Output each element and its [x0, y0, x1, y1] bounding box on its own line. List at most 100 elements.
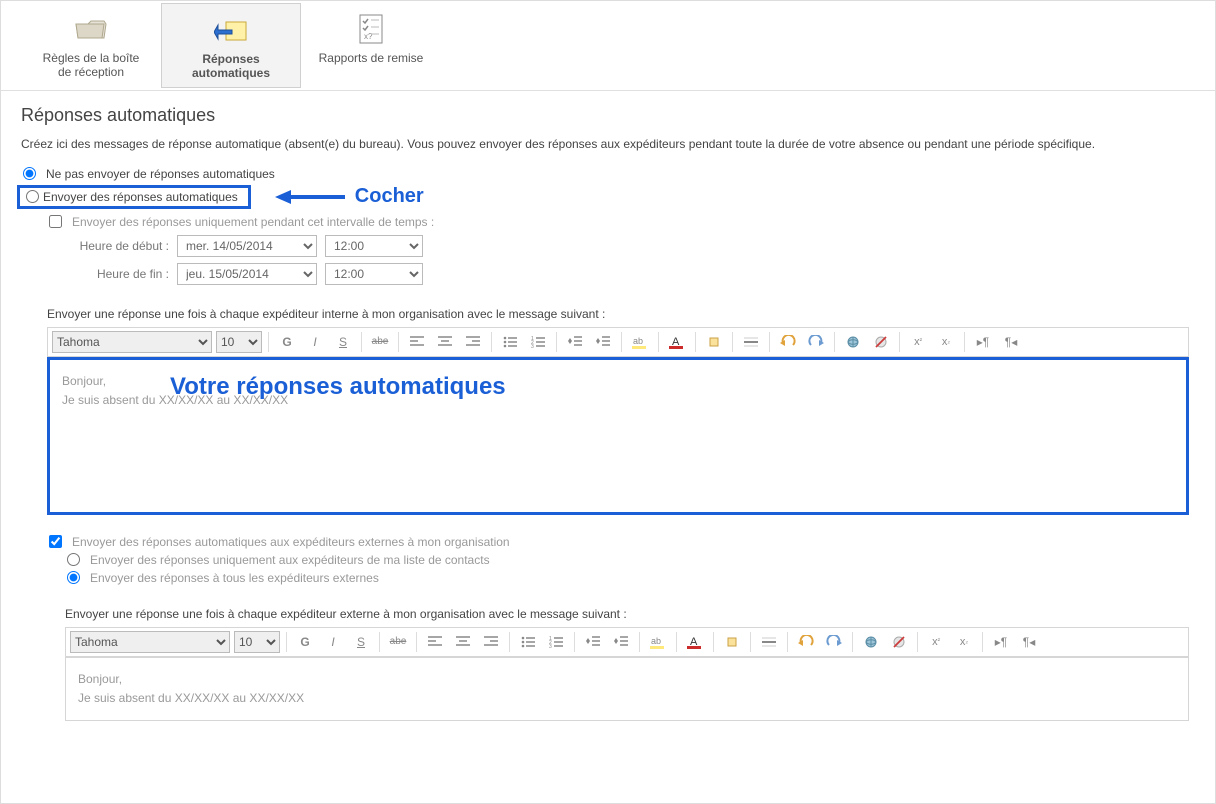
- page-title: Réponses automatiques: [21, 105, 1195, 126]
- option-no-send[interactable]: Ne pas envoyer de réponses automatiques: [21, 167, 1195, 181]
- checklist-icon: x?: [315, 11, 427, 47]
- internal-toolbar: Tahoma 10 G I S abe 123 ab A x² x₂: [47, 327, 1189, 357]
- internal-editor-label: Envoyer une réponse une fois à chaque ex…: [47, 307, 1195, 321]
- option-label: Envoyer des réponses automatiques aux ex…: [72, 535, 510, 549]
- align-right-icon[interactable]: [479, 631, 503, 653]
- underline-icon[interactable]: S: [331, 331, 355, 353]
- bold-icon[interactable]: G: [293, 631, 317, 653]
- superscript-icon[interactable]: x²: [924, 631, 948, 653]
- align-right-icon[interactable]: [461, 331, 485, 353]
- option-external-all[interactable]: Envoyer des réponses à tous les expédite…: [65, 571, 1195, 585]
- ribbon-delivery-reports[interactable]: x? Rapports de remise: [301, 3, 441, 71]
- align-center-icon[interactable]: [451, 631, 475, 653]
- clear-format-icon[interactable]: [720, 631, 744, 653]
- radio-send[interactable]: [26, 190, 39, 203]
- option-label: Envoyer des réponses automatiques: [43, 190, 238, 204]
- end-time-select[interactable]: 12:00: [325, 263, 423, 285]
- checkbox-period[interactable]: [49, 215, 62, 228]
- ribbon-label: Règles de la boîte de réception: [35, 51, 147, 80]
- italic-icon[interactable]: I: [321, 631, 345, 653]
- ltr-icon[interactable]: ▸¶: [989, 631, 1013, 653]
- start-label: Heure de début :: [65, 239, 169, 253]
- outdent-icon[interactable]: [563, 331, 587, 353]
- ribbon-label: Rapports de remise: [315, 51, 427, 65]
- subscript-icon[interactable]: x₂: [934, 331, 958, 353]
- option-period[interactable]: Envoyer des réponses uniquement pendant …: [47, 215, 1195, 229]
- editor-line: Je suis absent du XX/XX/XX au XX/XX/XX: [78, 689, 1176, 708]
- rtl-icon[interactable]: ¶◂: [999, 331, 1023, 353]
- outdent-icon[interactable]: [581, 631, 605, 653]
- subscript-icon[interactable]: x₂: [952, 631, 976, 653]
- svg-text:x?: x?: [364, 32, 373, 41]
- page-description: Créez ici des messages de réponse automa…: [21, 136, 1195, 153]
- strikethrough-icon[interactable]: abe: [386, 631, 410, 653]
- start-date-select[interactable]: mer. 14/05/2014: [177, 235, 317, 257]
- link-icon[interactable]: [841, 331, 865, 353]
- highlight-color-icon[interactable]: ab: [646, 631, 670, 653]
- highlight-color-icon[interactable]: ab: [628, 331, 652, 353]
- svg-text:ab: ab: [651, 636, 661, 646]
- svg-text:3: 3: [549, 644, 552, 648]
- start-time-select[interactable]: 12:00: [325, 235, 423, 257]
- radio-external-all[interactable]: [67, 571, 80, 584]
- reply-note-icon: [176, 12, 286, 48]
- ribbon-inbox-rules[interactable]: Règles de la boîte de réception: [21, 3, 161, 86]
- radio-no-send[interactable]: [23, 167, 36, 180]
- font-color-icon[interactable]: A: [665, 331, 689, 353]
- editor-line: Je suis absent du XX/XX/XX au XX/XX/XX: [62, 391, 1174, 410]
- clear-format-icon[interactable]: [702, 331, 726, 353]
- option-label: Ne pas envoyer de réponses automatiques: [46, 167, 275, 181]
- underline-icon[interactable]: S: [349, 631, 373, 653]
- svg-text:3: 3: [531, 344, 534, 348]
- redo-icon[interactable]: [804, 331, 828, 353]
- hr-icon[interactable]: [757, 631, 781, 653]
- option-label: Envoyer des réponses uniquement aux expé…: [90, 553, 490, 567]
- option-label: Envoyer des réponses à tous les expédite…: [90, 571, 379, 585]
- option-external-enable[interactable]: Envoyer des réponses automatiques aux ex…: [47, 535, 1195, 549]
- annotation-cocher: Cocher: [275, 185, 424, 208]
- undo-icon[interactable]: [794, 631, 818, 653]
- unlink-icon[interactable]: [887, 631, 911, 653]
- font-color-icon[interactable]: A: [683, 631, 707, 653]
- radio-external-contacts[interactable]: [67, 553, 80, 566]
- align-center-icon[interactable]: [433, 331, 457, 353]
- size-select[interactable]: 10: [234, 631, 280, 653]
- italic-icon[interactable]: I: [303, 331, 327, 353]
- font-select[interactable]: Tahoma: [52, 331, 212, 353]
- unlink-icon[interactable]: [869, 331, 893, 353]
- align-left-icon[interactable]: [405, 331, 429, 353]
- svg-text:ab: ab: [633, 336, 643, 346]
- ribbon-label: Réponses automatiques: [176, 52, 286, 81]
- checkbox-external[interactable]: [49, 535, 62, 548]
- indent-icon[interactable]: [591, 331, 615, 353]
- rtl-icon[interactable]: ¶◂: [1017, 631, 1041, 653]
- ribbon-auto-replies[interactable]: Réponses automatiques: [161, 3, 301, 88]
- ribbon: Règles de la boîte de réception Réponses…: [1, 1, 1215, 91]
- internal-editor[interactable]: Bonjour, Je suis absent du XX/XX/XX au X…: [47, 357, 1189, 515]
- external-editor-label: Envoyer une réponse une fois à chaque ex…: [65, 607, 1195, 621]
- end-time-row: Heure de fin : jeu. 15/05/2014 12:00: [65, 263, 1195, 285]
- bullet-list-icon[interactable]: [498, 331, 522, 353]
- indent-icon[interactable]: [609, 631, 633, 653]
- hr-icon[interactable]: [739, 331, 763, 353]
- superscript-icon[interactable]: x²: [906, 331, 930, 353]
- font-select[interactable]: Tahoma: [70, 631, 230, 653]
- size-select[interactable]: 10: [216, 331, 262, 353]
- editor-line: Bonjour,: [62, 372, 1174, 391]
- link-icon[interactable]: [859, 631, 883, 653]
- bold-icon[interactable]: G: [275, 331, 299, 353]
- align-left-icon[interactable]: [423, 631, 447, 653]
- number-list-icon[interactable]: 123: [544, 631, 568, 653]
- strikethrough-icon[interactable]: abe: [368, 331, 392, 353]
- arrow-left-icon: [275, 186, 345, 208]
- undo-icon[interactable]: [776, 331, 800, 353]
- bullet-list-icon[interactable]: [516, 631, 540, 653]
- number-list-icon[interactable]: 123: [526, 331, 550, 353]
- ltr-icon[interactable]: ▸¶: [971, 331, 995, 353]
- editor-line: Bonjour,: [78, 670, 1176, 689]
- end-date-select[interactable]: jeu. 15/05/2014: [177, 263, 317, 285]
- end-label: Heure de fin :: [65, 267, 169, 281]
- redo-icon[interactable]: [822, 631, 846, 653]
- option-external-contacts[interactable]: Envoyer des réponses uniquement aux expé…: [65, 553, 1195, 567]
- external-editor[interactable]: Bonjour, Je suis absent du XX/XX/XX au X…: [65, 657, 1189, 721]
